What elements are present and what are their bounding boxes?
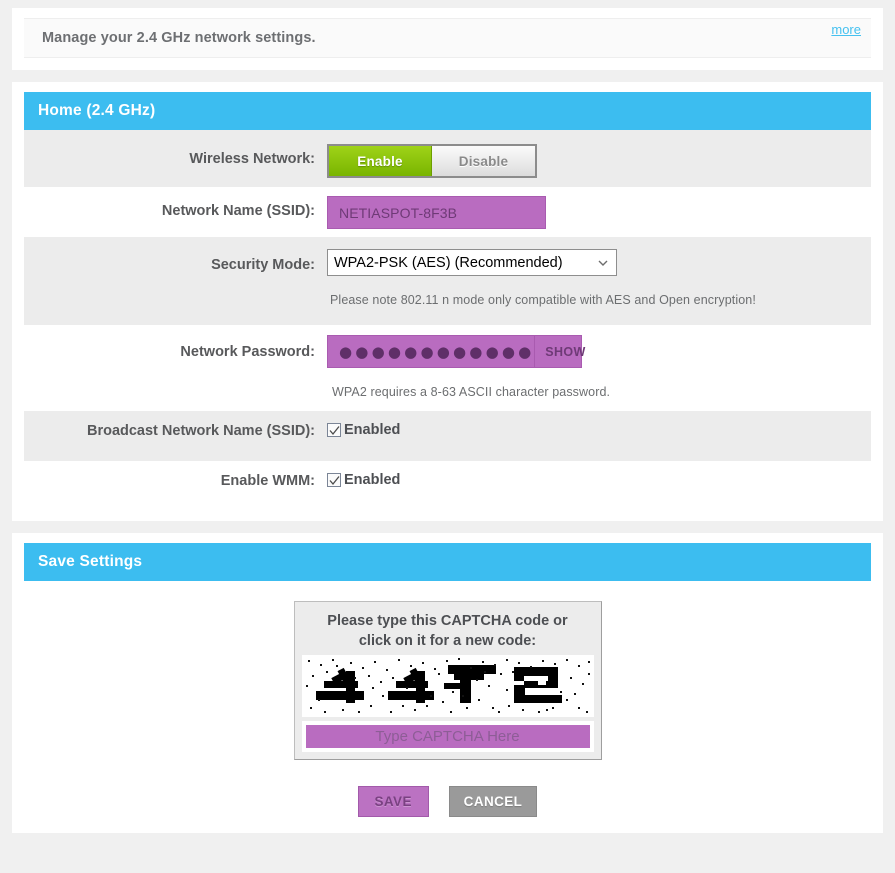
password-input[interactable]: ●●●●●●●●●●●● (328, 336, 536, 367)
broadcast-ssid-checkbox-line: Enabled (327, 422, 871, 438)
row-security-mode: Security Mode: WPA2-PSK (AES) (Recommend… (24, 237, 871, 325)
captcha-instruction-line1: Please type this CAPTCHA code or (327, 613, 568, 629)
captcha-box: Please type this CAPTCHA code or click o… (293, 601, 602, 760)
enable-wmm-checkbox[interactable] (327, 473, 341, 487)
show-password-button[interactable]: SHOW (535, 336, 595, 367)
network-password-label: Network Password: (180, 344, 315, 360)
enable-wmm-checkbox-line: Enabled (327, 472, 871, 488)
row-enable-wmm: Enable WMM: Enabled (24, 461, 871, 511)
broadcast-ssid-label: Broadcast Network Name (SSID): (86, 423, 315, 439)
enable-button[interactable]: Enable (329, 146, 432, 176)
cancel-button[interactable]: CANCEL (448, 786, 538, 817)
security-mode-value: WPA2-PSK (AES) (Recommended) (334, 254, 563, 271)
checkmark-icon (329, 475, 340, 485)
ssid-input[interactable]: NETIASPOT-8F3B (327, 196, 546, 229)
more-link[interactable]: more (831, 22, 861, 37)
checkmark-icon (329, 425, 340, 435)
captcha-glyphs (301, 655, 594, 717)
settings-page: Manage your 2.4 GHz network settings. mo… (0, 8, 895, 873)
captcha-input[interactable]: Type CAPTCHA Here (305, 725, 590, 748)
save-settings-title: Save Settings (38, 553, 143, 570)
settings-rows: Wireless Network: Enable Disable Network… (24, 130, 871, 511)
enable-wmm-field: Enabled (327, 461, 871, 488)
captcha-image[interactable] (301, 655, 594, 717)
wireless-settings-panel: Home (2.4 GHz) Wireless Network: Enable … (12, 82, 883, 521)
captcha-instruction-line2: click on it for a new code: (358, 633, 537, 649)
network-password-field: ●●●●●●●●●●●● SHOW WPA2 requires a 8-63 A… (327, 325, 871, 399)
row-network-name: Network Name (SSID): NETIASPOT-8F3B (24, 187, 871, 237)
wireless-network-field: Enable Disable (327, 130, 871, 178)
page-title: Home (2.4 GHz) (38, 102, 156, 119)
broadcast-ssid-field: Enabled (327, 411, 871, 438)
security-mode-field: WPA2-PSK (AES) (Recommended) Please note… (327, 237, 871, 307)
row-wireless-network: Wireless Network: Enable Disable (24, 130, 871, 187)
row-network-password: Network Password: ●●●●●●●●●●●● SHOW WPA2… (24, 325, 871, 411)
info-bar-text: Manage your 2.4 GHz network settings. (42, 30, 316, 46)
captcha-area: Please type this CAPTCHA code or click o… (12, 581, 883, 760)
save-settings-header: Save Settings (24, 543, 871, 581)
wireless-network-label: Wireless Network: (189, 151, 315, 167)
enable-wmm-label: Enable WMM: (220, 473, 315, 489)
network-name-field: NETIASPOT-8F3B (327, 187, 871, 229)
broadcast-ssid-checkbox-label: Enabled (344, 422, 401, 438)
security-mode-label: Security Mode: (211, 257, 315, 273)
info-card: Manage your 2.4 GHz network settings. mo… (12, 8, 883, 70)
row-broadcast-ssid: Broadcast Network Name (SSID): Enabled (24, 411, 871, 461)
network-name-label: Network Name (SSID): (161, 203, 315, 219)
network-password-hint: WPA2 requires a 8-63 ASCII character pas… (332, 385, 611, 399)
captcha-instruction: Please type this CAPTCHA code or click o… (302, 609, 594, 655)
info-bar: Manage your 2.4 GHz network settings. mo… (24, 18, 871, 58)
broadcast-ssid-checkbox[interactable] (327, 423, 341, 437)
save-settings-panel: Save Settings Please type this CAPTCHA c… (12, 533, 883, 833)
save-button[interactable]: SAVE (357, 786, 429, 817)
wireless-network-toggle[interactable]: Enable Disable (327, 144, 537, 178)
security-mode-select[interactable]: WPA2-PSK (AES) (Recommended) (327, 249, 617, 276)
panel-header: Home (2.4 GHz) (24, 92, 871, 130)
chevron-down-icon (598, 258, 608, 268)
enable-wmm-checkbox-label: Enabled (344, 472, 401, 488)
disable-button[interactable]: Disable (432, 146, 535, 176)
security-mode-hint: Please note 802.11 n mode only compatibl… (330, 293, 756, 307)
captcha-input-wrap: Type CAPTCHA Here (301, 721, 594, 752)
action-buttons: SAVE CANCEL (12, 760, 883, 817)
password-input-group: ●●●●●●●●●●●● SHOW (327, 335, 585, 368)
